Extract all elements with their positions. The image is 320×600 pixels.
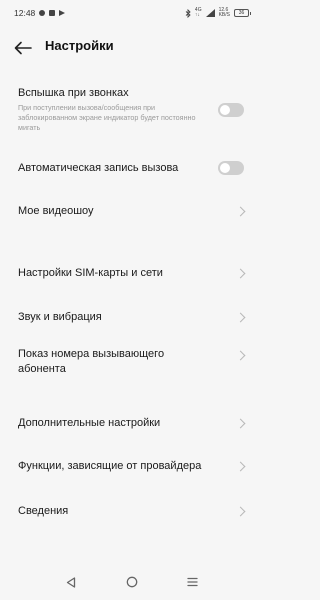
settings-item-video-show[interactable]: Мое видеошоу (0, 197, 263, 225)
video-show-title: Мое видеошоу (18, 205, 94, 217)
settings-item-caller-id[interactable]: Показ номера вызывающего абонента (0, 343, 263, 381)
sound-title: Звук и вибрация (18, 311, 102, 323)
chevron-right-icon (235, 206, 246, 217)
header: Настройки (0, 36, 263, 60)
flash-title: Вспышка при звонках (18, 87, 129, 99)
nav-back-button[interactable] (59, 570, 83, 594)
settings-item-sim[interactable]: Настройки SIM-карты и сети (0, 260, 263, 288)
speed-unit: KB/S (218, 12, 230, 18)
flash-subtitle: При поступлении вызова/сообщения при заб… (18, 103, 196, 132)
bluetooth-icon (185, 8, 191, 18)
battery-icon: 36 (234, 9, 251, 17)
flash-toggle[interactable] (218, 103, 244, 117)
settings-item-flash[interactable]: Вспышка при звонках При поступлении вызо… (0, 80, 263, 140)
toggle-knob (220, 105, 230, 115)
chevron-right-icon (235, 350, 246, 361)
lines-menu-icon (187, 577, 198, 587)
back-button[interactable] (14, 40, 34, 56)
toggle-knob (220, 163, 230, 173)
sim-title: Настройки SIM-карты и сети (18, 267, 163, 279)
auto-record-toggle[interactable] (218, 161, 244, 175)
notification-dot-icon (39, 10, 46, 16)
status-right: 4G ↑↓ 12.6 KB/S 36 (185, 8, 251, 18)
nav-menu-button[interactable] (181, 570, 205, 594)
chevron-right-icon (235, 506, 246, 517)
notification-square-icon (49, 10, 56, 16)
status-bar: 12:48 4G ↑↓ 12.6 KB/S 36 (0, 0, 263, 26)
navigation-bar (0, 564, 263, 600)
settings-item-sound[interactable]: Звук и вибрация (0, 304, 263, 332)
carrier-title: Функции, зависящие от провайдера (18, 460, 202, 472)
about-title: Сведения (18, 505, 69, 517)
speed-indicator: 12.6 KB/S (219, 8, 230, 18)
settings-item-additional[interactable]: Дополнительные настройки (0, 410, 263, 438)
chevron-right-icon (235, 418, 246, 429)
arrow-left-icon (14, 41, 32, 55)
nav-home-button[interactable] (120, 570, 144, 594)
network-indicator: 4G ↑↓ (195, 8, 202, 18)
additional-title: Дополнительные настройки (18, 417, 161, 429)
caller-id-title: Показ номера вызывающего абонента (18, 348, 165, 375)
settings-item-auto-record[interactable]: Автоматическая запись вызова (0, 155, 263, 183)
settings-item-about[interactable]: Сведения (0, 498, 263, 526)
chevron-right-icon (235, 312, 246, 323)
signal-icon (205, 9, 215, 17)
auto-record-title: Автоматическая запись вызова (18, 162, 179, 174)
status-left: 12:48 (14, 8, 66, 18)
battery-level: 36 (238, 10, 245, 16)
triangle-back-icon (66, 576, 75, 588)
settings-item-carrier[interactable]: Функции, зависящие от провайдера (0, 453, 263, 481)
chevron-right-icon (235, 268, 246, 279)
page-title: Настройки (45, 38, 114, 53)
network-activity: ↑↓ (194, 12, 200, 18)
status-time: 12:48 (14, 8, 36, 18)
play-store-icon (59, 10, 66, 16)
chevron-right-icon (235, 461, 246, 472)
circle-home-icon (126, 576, 137, 588)
